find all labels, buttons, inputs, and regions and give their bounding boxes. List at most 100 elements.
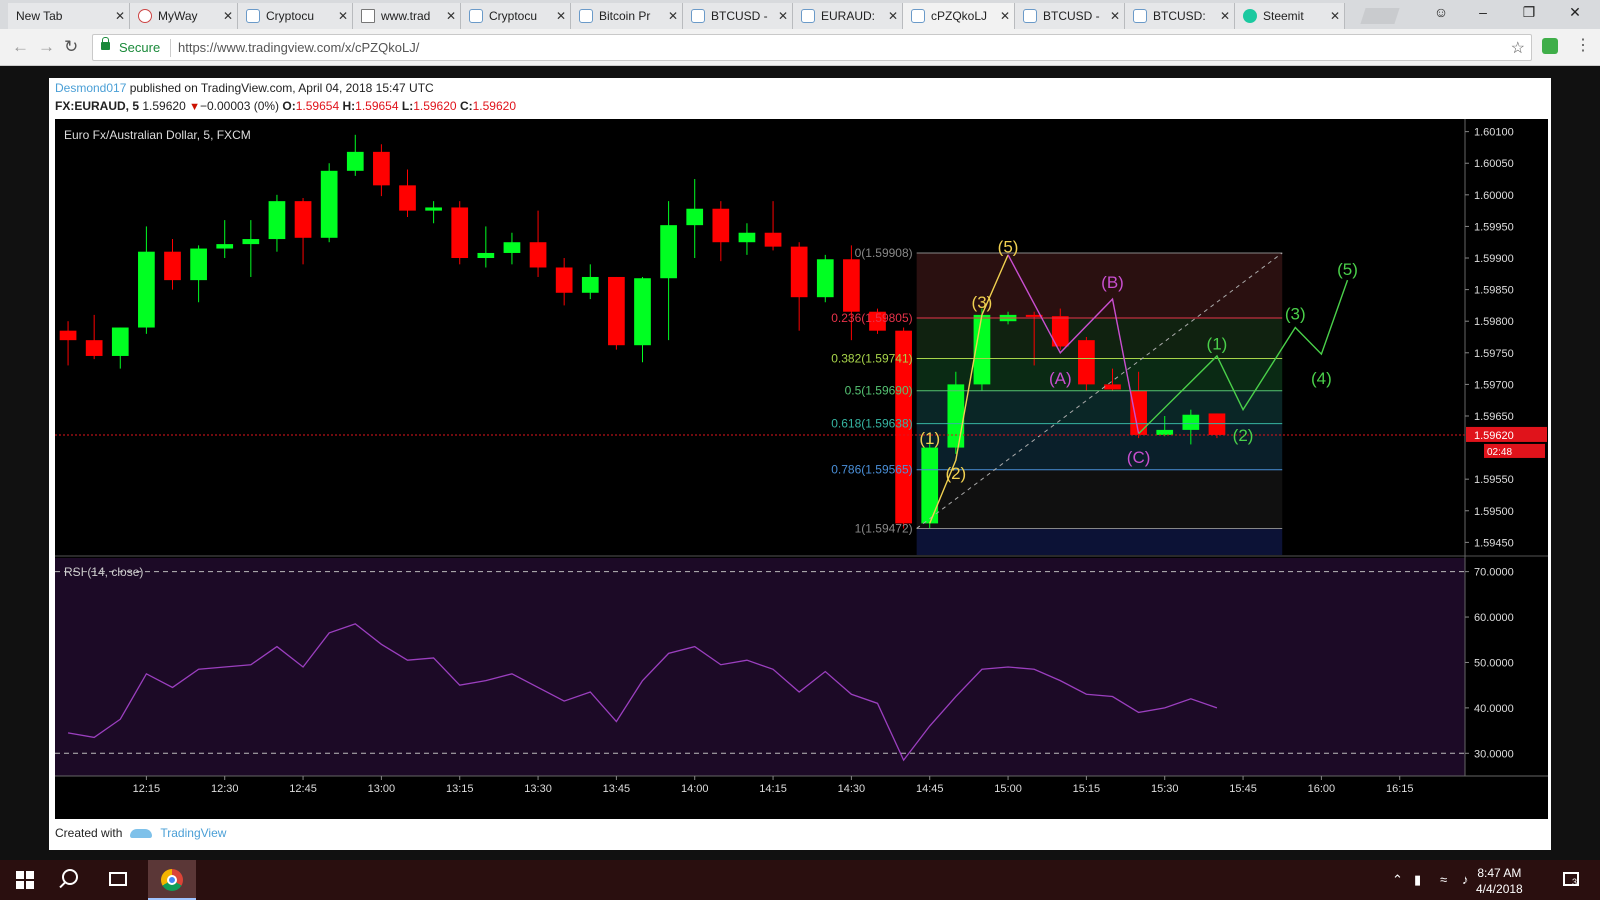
- candle-body: [477, 252, 495, 259]
- browser-toolbar: ← → ↻ Secure https://www.tradingview.com…: [0, 29, 1600, 66]
- chrome-icon: [161, 869, 183, 891]
- browser-tab[interactable]: Cryptocu ✕: [461, 3, 571, 29]
- candle-body: [190, 248, 207, 281]
- price-tick-label: 1.59450: [1474, 537, 1514, 549]
- secure-label: Secure: [119, 40, 161, 55]
- reload-icon[interactable]: ↻: [64, 37, 78, 57]
- candle-body: [764, 232, 782, 247]
- candle-body: [373, 151, 390, 186]
- clock-time: 8:47 AM: [1477, 866, 1522, 880]
- tradingview-link[interactable]: TradingView: [160, 826, 226, 840]
- candle-body: [790, 246, 808, 298]
- tab-close-icon[interactable]: ✕: [334, 9, 352, 23]
- time-tick-label: 13:30: [524, 783, 552, 795]
- browser-tab[interactable]: EURAUD: ✕: [793, 3, 903, 29]
- browser-tab[interactable]: cPZQkoLJ ✕: [903, 3, 1015, 29]
- low-value: 1.59620: [413, 99, 457, 113]
- profile-icon[interactable]: ☺: [1418, 4, 1464, 20]
- close-value: 1.59620: [472, 99, 516, 113]
- browser-menu-icon[interactable]: ⋮: [1575, 35, 1591, 55]
- candle-body: [634, 278, 651, 346]
- close-window-button[interactable]: ✕: [1552, 4, 1598, 21]
- back-arrow-icon[interactable]: ←: [12, 37, 29, 57]
- high-value: 1.59654: [355, 99, 399, 113]
- candle-body: [294, 201, 312, 238]
- time-tick-label: 13:15: [446, 783, 474, 795]
- browser-tab[interactable]: BTCUSD - ✕: [1015, 3, 1125, 29]
- battery-icon[interactable]: ▮: [1414, 872, 1421, 888]
- snapshot-card: Desmond017 published on TradingView.com,…: [49, 78, 1551, 850]
- fib-zone: [916, 528, 1283, 555]
- browser-tab[interactable]: Steemit ✕: [1235, 3, 1345, 29]
- fib-level-label: 0(1.59908): [855, 246, 913, 260]
- tab-close-icon[interactable]: ✕: [219, 9, 237, 23]
- price-tick-label: 1.59900: [1474, 253, 1514, 265]
- search-icon[interactable]: [62, 869, 78, 885]
- tradingview-favicon-icon: [911, 9, 925, 23]
- time-tick-label: 16:15: [1386, 783, 1414, 795]
- notification-count: 3: [1572, 877, 1578, 887]
- task-view-icon[interactable]: [109, 872, 127, 886]
- volume-icon[interactable]: ♪: [1462, 872, 1469, 887]
- windows-start-icon[interactable]: [16, 871, 34, 889]
- rsi-pane-background: [55, 558, 1465, 776]
- tradingview-favicon-icon: [579, 9, 593, 23]
- wifi-icon[interactable]: ≈: [1440, 872, 1447, 887]
- fib-zone: [916, 318, 1283, 359]
- candle-body: [451, 207, 469, 259]
- change-value: −0.00003 (0%): [199, 99, 280, 113]
- extension-icon[interactable]: [1542, 38, 1558, 54]
- high-label: H:: [342, 99, 356, 113]
- browser-tab[interactable]: New Tab ✕: [8, 3, 130, 29]
- minimize-button[interactable]: –: [1460, 4, 1506, 20]
- url-text[interactable]: https://www.tradingview.com/x/cPZQkoLJ/: [178, 40, 419, 55]
- time-tick-label: 14:45: [916, 783, 944, 795]
- browser-tab[interactable]: Cryptocu ✕: [238, 3, 353, 29]
- tab-close-icon[interactable]: ✕: [111, 9, 129, 23]
- candle-body: [320, 170, 338, 238]
- tab-close-icon[interactable]: ✕: [1106, 9, 1124, 23]
- rsi-label: RSI (14, close): [64, 565, 143, 579]
- tab-close-icon[interactable]: ✕: [1216, 9, 1234, 23]
- system-clock[interactable]: 8:47 AM 4/4/2018: [1476, 865, 1523, 897]
- tab-label: Cryptocu: [489, 9, 538, 23]
- candle-body: [138, 251, 155, 328]
- fib-zone: [916, 469, 1283, 529]
- candle-body: [242, 239, 260, 245]
- taskbar-chrome-button[interactable]: [148, 860, 196, 900]
- address-bar[interactable]: Secure https://www.tradingview.com/x/cPZ…: [92, 34, 1532, 61]
- author-link[interactable]: Desmond017: [55, 81, 126, 95]
- chevron-up-icon[interactable]: ⌃: [1392, 872, 1403, 888]
- new-tab-button[interactable]: [1360, 8, 1400, 24]
- price-tick-label: 1.60000: [1474, 190, 1514, 202]
- steemit-favicon-icon: [1243, 9, 1257, 23]
- created-with-text: Created with: [55, 826, 123, 840]
- tab-close-icon[interactable]: ✕: [774, 9, 792, 23]
- notification-icon[interactable]: 3: [1563, 872, 1579, 887]
- time-tick-label: 15:30: [1151, 783, 1179, 795]
- price-tick-label: 1.60100: [1474, 127, 1514, 139]
- tab-label: BTCUSD -: [711, 9, 768, 23]
- browser-tab[interactable]: BTCUSD - ✕: [683, 3, 793, 29]
- tab-label: www.trad: [381, 9, 431, 23]
- fib-level-label: 0.786(1.59565): [831, 463, 912, 477]
- bookmark-star-icon[interactable]: ☆: [1511, 38, 1525, 58]
- tab-close-icon[interactable]: ✕: [552, 9, 570, 23]
- price-tick-label: 1.59750: [1474, 348, 1514, 360]
- separator: [170, 39, 171, 57]
- browser-tab[interactable]: Bitcoin Pr ✕: [571, 3, 683, 29]
- tab-close-icon[interactable]: ✕: [1326, 9, 1344, 23]
- browser-tab[interactable]: MyWay ✕: [130, 3, 238, 29]
- candle-body: [816, 259, 834, 298]
- browser-tab[interactable]: BTCUSD: ✕: [1125, 3, 1235, 29]
- price-chart[interactable]: 0(1.59908) 0.236(1.59805) 0.382(1.59741) 0.…: [55, 119, 1548, 819]
- tab-close-icon[interactable]: ✕: [884, 9, 902, 23]
- tab-close-icon[interactable]: ✕: [996, 9, 1014, 23]
- candle-body: [686, 208, 704, 226]
- tab-close-icon[interactable]: ✕: [442, 9, 460, 23]
- open-label: O:: [282, 99, 296, 113]
- maximize-button[interactable]: ❐: [1506, 4, 1552, 21]
- forward-arrow-icon[interactable]: →: [38, 37, 55, 57]
- browser-tab[interactable]: www.trad ✕: [353, 3, 461, 29]
- tab-close-icon[interactable]: ✕: [664, 9, 682, 23]
